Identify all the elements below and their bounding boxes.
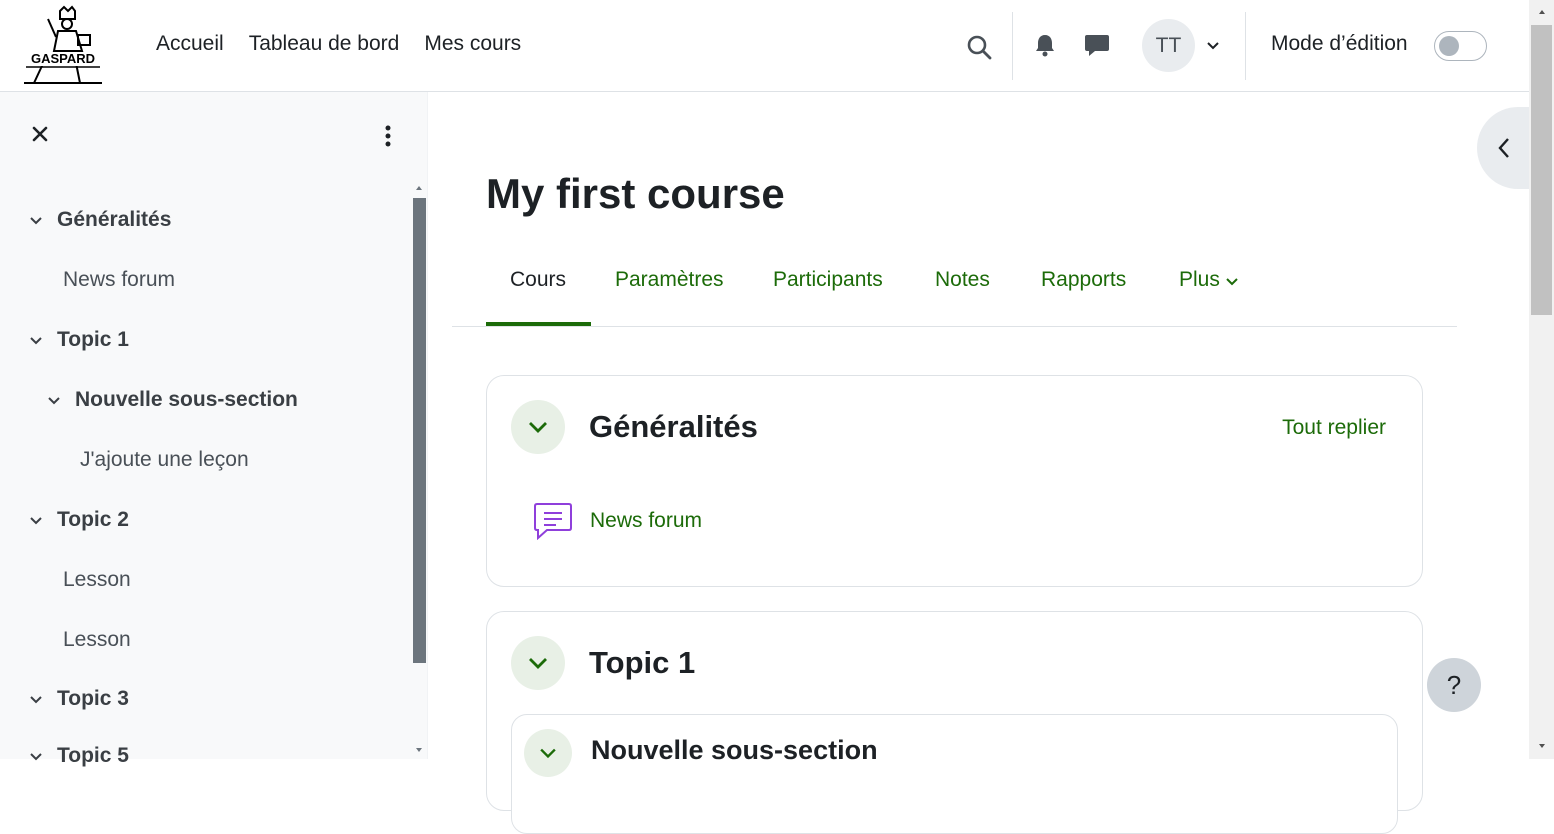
chevron-down-icon: [529, 658, 547, 669]
drawer-activity-news-forum[interactable]: News forum: [63, 268, 175, 292]
top-navbar: GASPARD Accueil Tableau de bord Mes cour…: [0, 0, 1529, 92]
edit-mode-toggle[interactable]: [1434, 31, 1487, 61]
drawer-activity-lesson[interactable]: J'ajoute une leçon: [80, 448, 249, 472]
toggle-knob: [1439, 36, 1459, 56]
user-initials: TT: [1155, 33, 1182, 57]
section-title: Généralités: [589, 409, 758, 444]
section-card-generalites: Généralités Tout replier News forum: [486, 375, 1423, 587]
active-tab-indicator: [486, 322, 591, 326]
chevron-down-icon[interactable]: [29, 216, 43, 226]
tab-parametres[interactable]: Paramètres: [615, 268, 724, 292]
scroll-down-icon[interactable]: [414, 746, 424, 754]
drawer-activity-lesson[interactable]: Lesson: [63, 628, 131, 652]
tab-cours[interactable]: Cours: [510, 268, 566, 292]
navbar-divider: [1245, 12, 1246, 80]
tab-rapports[interactable]: Rapports: [1041, 268, 1126, 292]
drawer-section-topic-5[interactable]: Topic 5: [57, 744, 129, 768]
page-scrollbar[interactable]: [1531, 25, 1552, 315]
nav-dashboard[interactable]: Tableau de bord: [249, 32, 400, 56]
navbar-divider: [1012, 12, 1013, 80]
drawer-section-topic-3[interactable]: Topic 3: [57, 687, 129, 711]
collapse-all-link[interactable]: Tout replier: [1282, 416, 1386, 440]
collapse-subsection-button[interactable]: [524, 729, 572, 777]
tab-participants[interactable]: Participants: [773, 268, 883, 292]
edit-mode-label: Mode d’édition: [1271, 32, 1408, 55]
logo-text: GASPARD: [31, 51, 95, 66]
site-logo[interactable]: GASPARD: [22, 5, 104, 85]
section-card-topic-1: Topic 1 Nouvelle sous-section: [486, 611, 1423, 834]
chevron-down-icon[interactable]: [29, 336, 43, 346]
subsection-title: Nouvelle sous-section: [591, 735, 878, 765]
page-title: My first course: [486, 170, 785, 217]
chevron-down-icon[interactable]: [47, 396, 61, 406]
section-title: Topic 1: [589, 645, 696, 680]
main-content: My first course Cours Paramètres Partici…: [428, 92, 1529, 834]
search-icon[interactable]: [962, 30, 996, 64]
chevron-left-icon: [1498, 138, 1509, 158]
chevron-down-icon[interactable]: [1203, 36, 1223, 56]
forum-icon: [533, 500, 573, 545]
primary-navigation: Accueil Tableau de bord Mes cours: [156, 32, 546, 56]
chevron-down-icon[interactable]: [29, 695, 43, 705]
bell-icon[interactable]: [1031, 31, 1059, 59]
chevron-down-icon: [1225, 278, 1238, 286]
help-label: ?: [1446, 669, 1462, 700]
tab-plus-label: Plus: [1179, 268, 1220, 291]
tab-plus[interactable]: Plus: [1179, 268, 1238, 292]
scroll-down-icon[interactable]: [1537, 742, 1547, 750]
scroll-up-icon[interactable]: [1537, 8, 1547, 16]
subsection-card: Nouvelle sous-section: [511, 714, 1398, 834]
nav-my-courses[interactable]: Mes cours: [424, 32, 521, 56]
drawer-section-topic-2[interactable]: Topic 2: [57, 508, 129, 532]
drawer-subsection[interactable]: Nouvelle sous-section: [75, 388, 298, 412]
chevron-down-icon: [529, 422, 547, 433]
scroll-up-icon[interactable]: [414, 184, 424, 192]
drawer-section-generalites[interactable]: Généralités: [57, 208, 171, 232]
chevron-down-icon: [540, 748, 556, 759]
nav-home[interactable]: Accueil: [156, 32, 224, 56]
more-options-icon[interactable]: [378, 122, 398, 150]
close-icon[interactable]: [28, 122, 52, 146]
activity-link-news-forum[interactable]: News forum: [590, 509, 702, 533]
course-tabs: Cours Paramètres Participants Notes Rapp…: [452, 242, 1457, 327]
chevron-down-icon[interactable]: [29, 516, 43, 526]
drawer-section-topic-1[interactable]: Topic 1: [57, 328, 129, 352]
messages-icon[interactable]: [1083, 31, 1111, 59]
avatar[interactable]: TT: [1142, 19, 1195, 72]
help-button[interactable]: ?: [1427, 658, 1481, 712]
collapse-section-button[interactable]: [511, 636, 565, 690]
tab-notes[interactable]: Notes: [935, 268, 990, 292]
chevron-down-icon[interactable]: [29, 752, 43, 762]
drawer-activity-lesson[interactable]: Lesson: [63, 568, 131, 592]
drawer-scrollbar[interactable]: [413, 198, 426, 663]
collapse-section-button[interactable]: [511, 400, 565, 454]
course-index-drawer: Généralités News forum Topic 1 Nouvelle …: [0, 92, 428, 767]
